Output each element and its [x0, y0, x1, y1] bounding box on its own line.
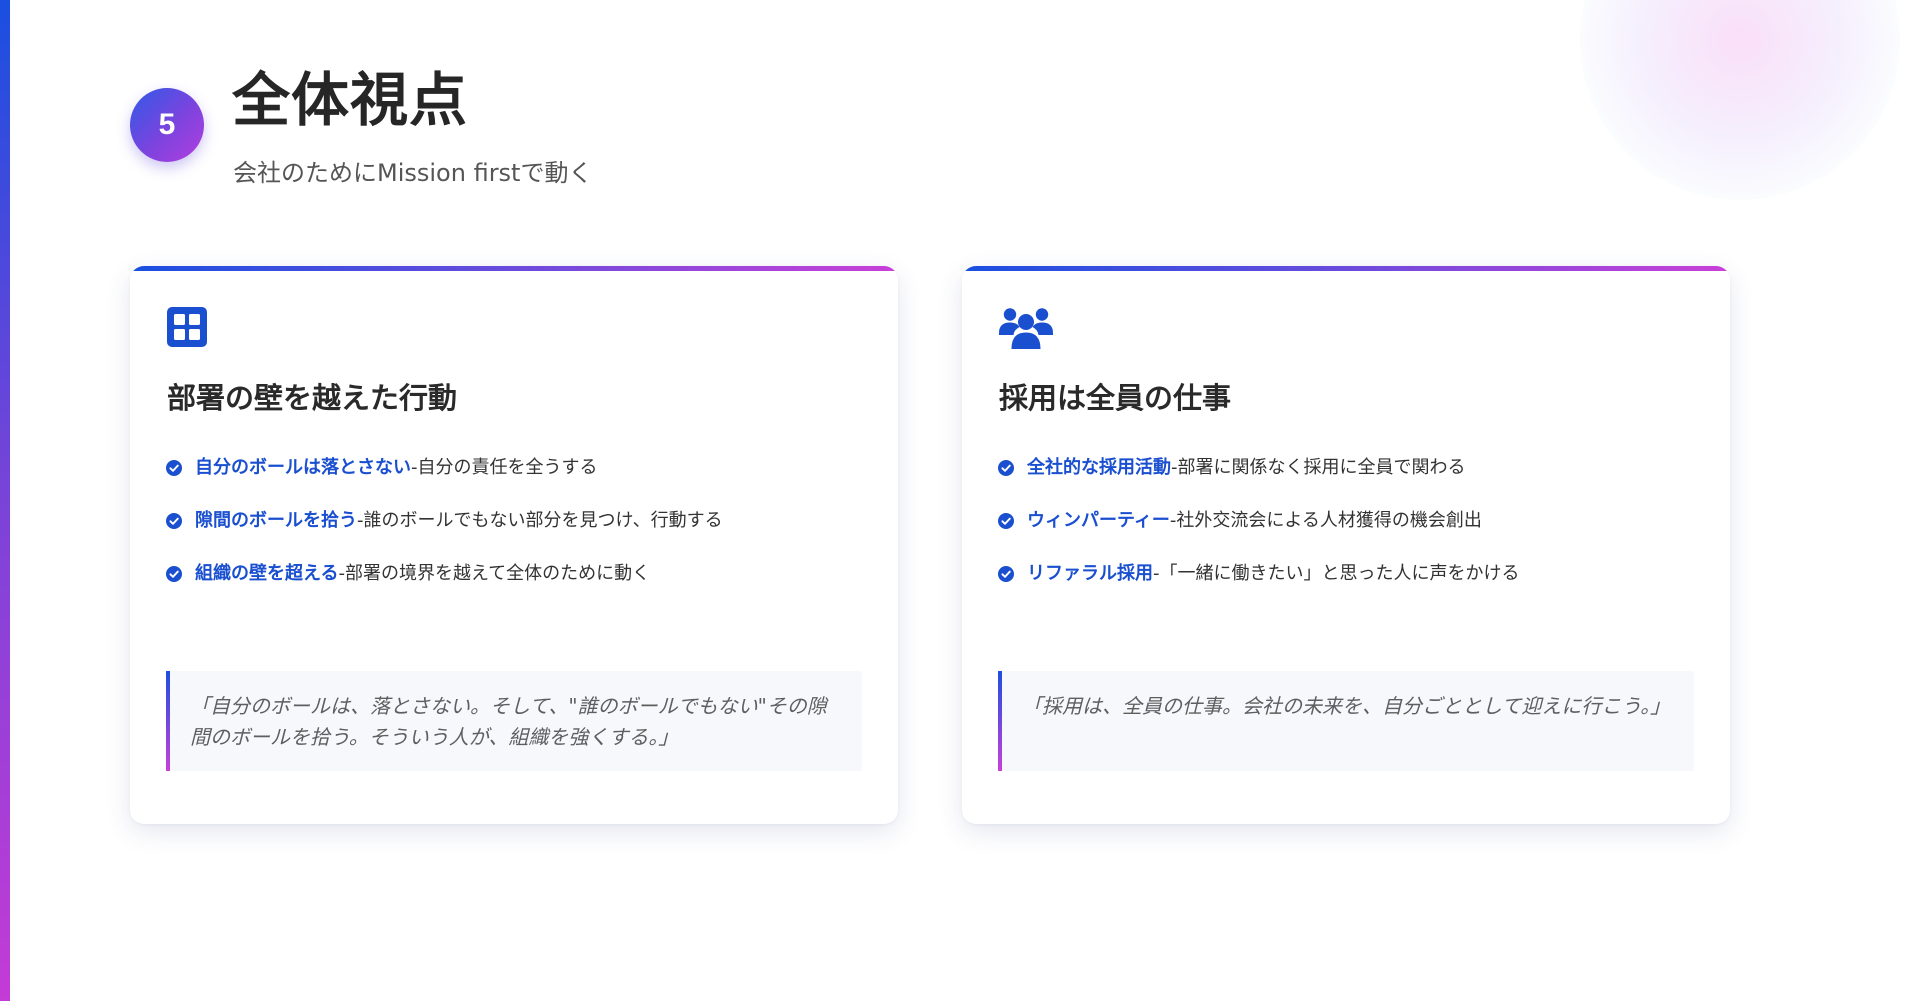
card-title: 採用は全員の仕事	[999, 381, 1232, 415]
point-description: 「一緒に働きたい」と思った人に声をかける	[1159, 562, 1520, 584]
list-item: 自分のボールは落とさない - 自分の責任を全うする	[166, 444, 866, 497]
point-description: 誰のボールでもない部分を見つけ、行動する	[363, 509, 723, 531]
check-circle-icon	[998, 512, 1014, 529]
point-description: 部署の境界を越えて全体のために動く	[344, 562, 651, 584]
check-circle-icon	[166, 565, 182, 582]
list-item: リファラル採用 - 「一緒に働きたい」と思った人に声をかける	[998, 550, 1698, 603]
check-circle-icon	[166, 512, 182, 529]
quote-block: 「自分のボールは、落とさない。そして、"誰のボールでもない"その隙間のボールを拾…	[166, 671, 862, 771]
list-item: 全社的な採用活動 - 部署に関係なく採用に全員で関わる	[998, 444, 1698, 497]
point-description: 社外交流会による人材獲得の機会創出	[1176, 509, 1482, 531]
card-accent-line	[130, 266, 898, 271]
point-description: 部署に関係なく採用に全員で関わる	[1177, 456, 1466, 478]
point-key: リファラル採用	[1027, 562, 1153, 584]
point-key: ウィンパーティー	[1027, 509, 1170, 531]
point-key: 隙間のボールを拾う	[195, 509, 357, 531]
point-list: 全社的な採用活動 - 部署に関係なく採用に全員で関わる ウィンパーティー - 社…	[998, 444, 1698, 603]
grid-icon	[166, 306, 222, 350]
point-description: 自分の責任を全うする	[417, 456, 598, 478]
users-icon	[998, 306, 1054, 350]
list-item: 隙間のボールを拾う - 誰のボールでもない部分を見つけ、行動する	[166, 497, 866, 550]
decorative-glow	[1580, 0, 1900, 200]
slide-header: 5 全体視点 会社のためにMission firstで動く	[130, 64, 1430, 204]
list-item: ウィンパーティー - 社外交流会による人材獲得の機会創出	[998, 497, 1698, 550]
card-recruiting: 採用は全員の仕事 全社的な採用活動 - 部署に関係なく採用に全員で関わる ウィン…	[962, 266, 1730, 824]
card-cross-department: 部署の壁を越えた行動 自分のボールは落とさない - 自分の責任を全うする 隙間の…	[130, 266, 898, 824]
point-key: 自分のボールは落とさない	[195, 456, 411, 478]
quote-block: 「採用は、全員の仕事。会社の未来を、自分ごととして迎えに行こう。」	[998, 671, 1694, 771]
accent-side-bar	[0, 0, 10, 1001]
point-key: 全社的な採用活動	[1027, 456, 1171, 478]
slide: 5 全体視点 会社のためにMission firstで動く 部署の壁を越えた行動…	[0, 0, 1920, 1001]
page-title: 全体視点	[232, 66, 469, 134]
point-key: 組織の壁を超える	[195, 562, 339, 584]
page-subtitle: 会社のためにMission firstで動く	[233, 159, 593, 187]
list-item: 組織の壁を超える - 部署の境界を越えて全体のために動く	[166, 550, 866, 603]
check-circle-icon	[166, 459, 182, 476]
check-circle-icon	[998, 565, 1014, 582]
step-number-badge: 5	[130, 88, 204, 162]
point-list: 自分のボールは落とさない - 自分の責任を全うする 隙間のボールを拾う - 誰の…	[166, 444, 866, 603]
card-title: 部署の壁を越えた行動	[167, 381, 458, 415]
check-circle-icon	[998, 459, 1014, 476]
card-accent-line	[962, 266, 1730, 271]
